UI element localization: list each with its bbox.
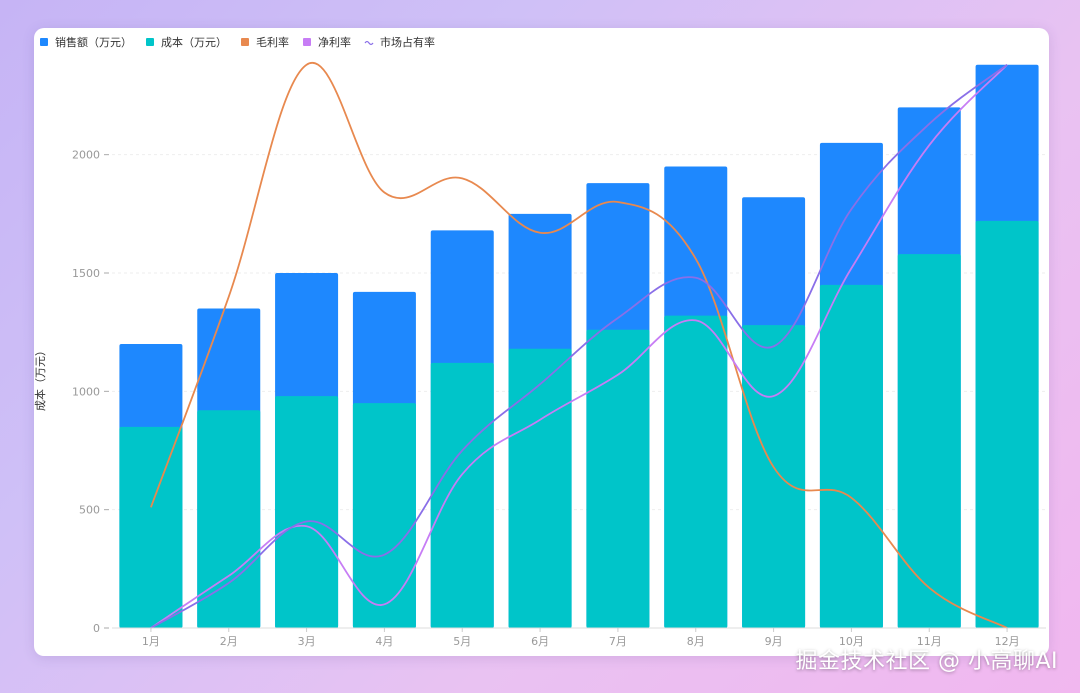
legend-label: 成本（万元）	[161, 35, 227, 49]
y-tick-label: 2000	[72, 149, 100, 162]
legend-item[interactable]: 市场占有率	[364, 35, 435, 49]
cost-bar	[197, 410, 261, 628]
cost-bar	[508, 348, 572, 628]
legend-label: 净利率	[318, 35, 351, 49]
legend-label: 市场占有率	[380, 35, 435, 49]
y-tick-label: 500	[79, 504, 100, 517]
x-tick-label: 6月	[531, 635, 549, 648]
x-tick-label: 1月	[142, 635, 160, 648]
cost-bar	[897, 254, 961, 629]
x-tick-label: 5月	[453, 635, 471, 648]
chart-card: 0 500 1000 1500 2000 1月 2月 3月 4月 5月 6月 7月 8月 9月 10月 11月…	[34, 28, 1049, 656]
legend-swatch	[241, 38, 249, 46]
x-tick-label: 9月	[765, 635, 783, 648]
legend-item[interactable]: 净利率	[303, 35, 351, 49]
legend-label: 销售额（万元）	[55, 35, 132, 49]
cost-bar	[819, 284, 883, 628]
x-tick-label: 4月	[375, 635, 393, 648]
bar-layer	[119, 64, 1039, 629]
y-tick-label: 1500	[72, 267, 100, 280]
legend-item[interactable]: 毛利率	[241, 35, 289, 49]
chart: 05001000150020001月 2月 3月 4月 5月 6月 7月 8月 9月 10月 11月…	[34, 35, 1046, 648]
cost-bar	[664, 315, 728, 628]
legend[interactable]: 销售额（万元） 成本（万元） 毛利率 净利率 市场占有率	[40, 35, 435, 49]
legend-swatch	[303, 38, 311, 46]
x-tick-label: 8月	[687, 635, 705, 648]
legend-line-icon	[364, 40, 374, 46]
y-tick-label: 1000	[72, 385, 100, 398]
x-tick-label: 3月	[298, 635, 316, 648]
y-tick-label: 0	[93, 622, 100, 635]
x-tick-label: 7月	[609, 635, 627, 648]
cost-bar	[430, 362, 494, 628]
watermark: 掘金技术社区 @ 小高聊AI	[795, 649, 1058, 674]
cost-bar	[119, 426, 183, 628]
legend-label: 毛利率	[256, 35, 289, 49]
legend-swatch	[146, 38, 154, 46]
legend-item[interactable]: 成本（万元）	[146, 35, 227, 49]
legend-swatch	[40, 38, 48, 46]
x-tick-label: 2月	[220, 635, 238, 648]
cost-bar	[975, 220, 1039, 628]
legend-item[interactable]: 销售额（万元）	[40, 35, 132, 49]
cost-bar	[742, 325, 806, 628]
y-axis-title: 成本（万元）	[34, 345, 47, 411]
cost-bar	[275, 396, 339, 628]
